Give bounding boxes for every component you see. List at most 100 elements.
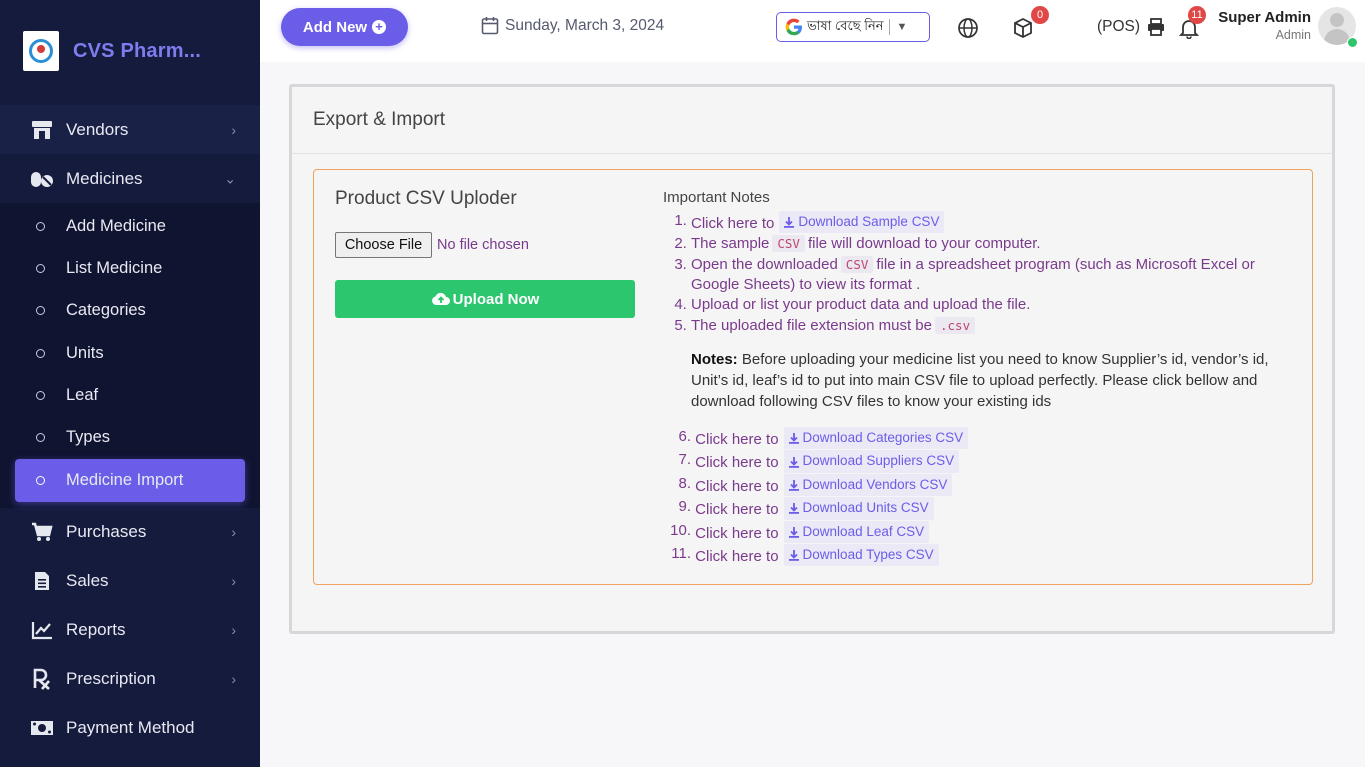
sidebar-subitem-add-medicine[interactable]: Add Medicine — [0, 205, 260, 247]
circle-icon — [36, 475, 45, 485]
sidebar-subitem-leaf[interactable]: Leaf — [0, 374, 260, 416]
plus-icon: + — [372, 20, 387, 34]
list-item: 2. The sample CSV file will download to yo… — [674, 235, 1041, 253]
sidebar-subitem-label: Add Medicine — [66, 216, 166, 235]
code-extension: .csv — [935, 316, 976, 334]
download-icon — [788, 550, 799, 562]
step-text: Click here to — [691, 215, 775, 233]
download-suppliers-csv-link[interactable]: Download Suppliers CSV — [783, 450, 960, 473]
download-types-csv-link[interactable]: Download Types CSV — [783, 544, 939, 567]
printer-icon[interactable] — [1146, 17, 1168, 39]
sidebar-item-prescription[interactable]: Prescription › — [0, 655, 260, 704]
sidebar-item-sales[interactable]: Sales › — [0, 557, 260, 606]
list-item: 8. Click here to Download Vendors CSV — [663, 473, 1293, 497]
code-csv: CSV — [772, 235, 805, 253]
list-item: 9. Click here to Download Units CSV — [663, 497, 1293, 520]
chevron-right-icon: › — [231, 622, 236, 639]
upload-now-button[interactable]: Upload Now — [335, 280, 635, 318]
sidebar-item-label: Sales — [66, 571, 109, 591]
cloud-upload-icon — [431, 292, 450, 305]
money-icon — [30, 716, 54, 740]
list-item: 1. Click here to Download Sample CSV — [663, 211, 1293, 234]
choose-file-button[interactable]: Choose File — [335, 232, 432, 258]
upload-now-label: Upload Now — [452, 290, 540, 308]
sidebar-nav: Vendors › Medicines ⌄ Add Medicine List … — [0, 105, 260, 753]
download-icon — [784, 217, 795, 228]
code-csv: CSV — [840, 255, 874, 273]
brand[interactable]: CVS Pharm... — [23, 31, 201, 71]
list-item: 5. The uploaded file extension must be .c… — [663, 316, 1293, 336]
page-title: Export & Import — [292, 87, 1332, 154]
sidebar-item-medicines[interactable]: Medicines ⌄ — [0, 154, 260, 203]
notification-badge: 11 — [1188, 6, 1206, 24]
google-icon — [785, 18, 802, 36]
sidebar-item-reports[interactable]: Reports › — [0, 606, 260, 655]
sidebar-subitem-medicine-import[interactable]: Medicine Import — [15, 458, 245, 502]
list-item: 7. Click here to Download Suppliers CSV — [663, 450, 1293, 473]
user-name: Super Admin — [1218, 9, 1311, 26]
prescription-icon — [30, 667, 54, 691]
download-icon — [788, 503, 799, 515]
uploader-title: Product CSV Uploder — [335, 188, 517, 209]
sidebar-item-label: Vendors — [66, 119, 129, 139]
download-icon — [788, 456, 799, 468]
download-categories-csv-link[interactable]: Download Categories CSV — [783, 426, 969, 450]
download-icon — [788, 479, 799, 491]
sidebar-subitem-list-medicine[interactable]: List Medicine — [0, 247, 260, 289]
download-units-csv-link[interactable]: Download Units CSV — [783, 497, 934, 520]
cart-badge: 0 — [1031, 6, 1049, 24]
download-leaf-csv-link[interactable]: Download Leaf CSV — [783, 520, 930, 543]
list-item: 6. Click here to Download Categories CSV — [663, 426, 1293, 450]
box-icon[interactable] — [1012, 17, 1034, 39]
sidebar-item-label: Payment Method — [66, 718, 195, 738]
sidebar-item-label: Medicines — [66, 168, 143, 188]
sidebar-subitem-label: Categories — [66, 301, 146, 320]
sidebar-item-purchases[interactable]: Purchases › — [0, 508, 260, 557]
online-status-dot — [1347, 37, 1358, 48]
dropdown-arrow-icon: ▼ — [896, 21, 908, 33]
sidebar: CVS Pharm... Vendors › Medicines ⌄ Add M… — [0, 0, 260, 767]
brand-name: CVS Pharm... — [73, 39, 201, 62]
download-sample-csv-link[interactable]: Download Sample CSV — [779, 211, 945, 234]
chevron-right-icon: › — [231, 573, 236, 590]
chevron-right-icon: › — [231, 121, 236, 138]
sidebar-item-vendors[interactable]: Vendors › — [0, 105, 260, 154]
download-vendors-csv-link[interactable]: Download Vendors CSV — [783, 473, 953, 497]
important-notes: Important Notes 1. Click here to Download… — [663, 189, 1293, 568]
chart-line-icon — [30, 618, 54, 642]
language-select[interactable]: ভাষা বেছে নিন ▼ — [776, 12, 930, 42]
sidebar-subitem-types[interactable]: Types — [0, 416, 260, 458]
chevron-down-icon: ⌄ — [224, 170, 236, 186]
list-item: 3. Open the downloaded CSV file in a sprea… — [674, 255, 1255, 294]
sidebar-item-label: Reports — [66, 620, 126, 640]
list-item: 11. Click here to Download Types CSV — [663, 544, 1293, 567]
pos-link[interactable]: (POS) — [1097, 18, 1140, 36]
sidebar-subitem-categories[interactable]: Categories — [0, 290, 260, 332]
sidebar-subitem-label: List Medicine — [66, 258, 163, 277]
brand-logo — [23, 31, 59, 71]
add-new-label: Add New — [302, 18, 368, 36]
date-text: Sunday, March 3, 2024 — [505, 16, 665, 34]
current-date: Sunday, March 3, 2024 — [481, 16, 664, 35]
file-input[interactable]: Choose File No file chosen — [335, 232, 529, 258]
receipt-icon — [30, 569, 54, 593]
globe-icon[interactable] — [957, 17, 979, 39]
user-info[interactable]: Super Admin Admin — [1218, 9, 1311, 42]
download-icon — [788, 526, 799, 538]
language-select-label: ভাষা বেছে নিন — [807, 17, 884, 33]
sidebar-item-payment-method[interactable]: Payment Method — [0, 704, 260, 753]
sidebar-subitem-label: Units — [66, 343, 104, 362]
list-item: 10. Click here to Download Leaf CSV — [663, 520, 1293, 544]
circle-icon — [36, 348, 45, 358]
file-status: No file chosen — [437, 237, 529, 253]
sidebar-subitem-units[interactable]: Units — [0, 332, 260, 374]
download-list: 6. Click here to Download Categories CSV … — [663, 426, 1293, 568]
user-role: Admin — [1275, 28, 1311, 42]
list-item: 4. Upload or list your product data and … — [674, 296, 1031, 314]
topbar: Add New + Sunday, March 3, 2024 ভাষা বেছ… — [260, 0, 1365, 62]
chevron-right-icon: › — [231, 524, 236, 541]
add-new-button[interactable]: Add New + — [281, 8, 408, 46]
cart-icon — [30, 520, 54, 544]
circle-icon — [36, 390, 45, 400]
csv-uploader-panel: Product CSV Uploder Choose File No file … — [313, 169, 1313, 585]
